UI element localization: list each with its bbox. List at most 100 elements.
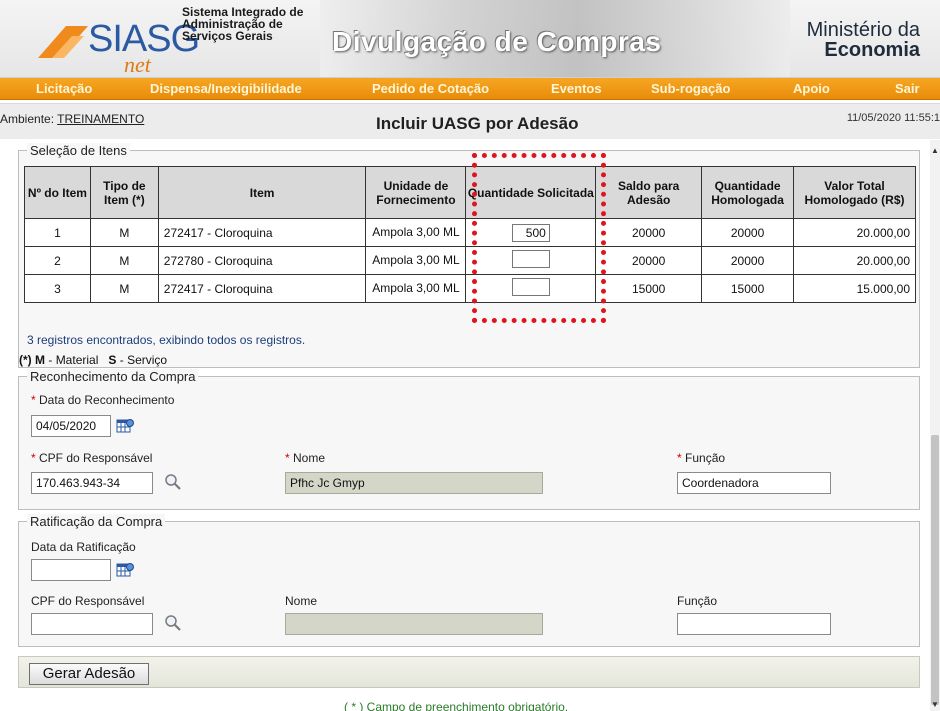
ambient-info: Ambiente: TREINAMENTO — [0, 112, 144, 126]
reconhecimento-fieldset: Reconhecimento da Compra * Data do Recon… — [18, 369, 920, 510]
cell-quantidade — [465, 246, 597, 275]
quantity-input[interactable] — [511, 278, 550, 296]
system-name: Sistema Integrado de Administração de Se… — [182, 5, 304, 43]
quantity-input[interactable] — [511, 250, 550, 268]
cell-saldo: 20000 — [595, 246, 703, 275]
cell-num: 2 — [24, 246, 91, 275]
legend-key-s-text: - Serviço — [119, 353, 168, 367]
col-header-unidade: Unidade de Fornecimento — [365, 166, 467, 219]
calendar-icon[interactable] — [116, 418, 134, 434]
action-bar: Gerar Adesão — [18, 656, 920, 688]
main-nav: Licitação Dispensa/Inexigibilidade Pedid… — [0, 78, 940, 100]
reconhecimento-date-label: * Data do Reconhecimento — [31, 393, 175, 407]
nav-eventos[interactable]: Eventos — [551, 81, 602, 96]
cell-unidade: Ampola 3,00 ML — [365, 246, 467, 275]
ambient-label: Ambiente: — [0, 112, 55, 126]
ratificacao-cpf-label: CPF do Responsável — [31, 594, 145, 608]
cell-tipo: M — [89, 218, 159, 247]
ratificacao-funcao-label: Função — [677, 594, 718, 608]
cell-valor: 15.000,00 — [793, 274, 916, 303]
ambient-value-link[interactable]: TREINAMENTO — [57, 112, 144, 126]
reconhecimento-legend: Reconhecimento da Compra — [27, 369, 199, 384]
cell-item: 272780 - Cloroquina — [157, 246, 367, 275]
ministry-line2: Economia — [824, 39, 920, 61]
cell-valor: 20.000,00 — [793, 246, 916, 275]
nav-pedido-cotacao[interactable]: Pedido de Cotação — [372, 81, 489, 96]
search-icon[interactable] — [164, 614, 182, 632]
ratificacao-nome-label: Nome — [285, 594, 318, 608]
ratificacao-nome-field — [285, 613, 543, 635]
col-header-num: Nº do Item — [24, 166, 91, 219]
cell-valor: 20.000,00 — [793, 218, 916, 247]
cell-saldo: 15000 — [595, 274, 703, 303]
scroll-down-arrow-icon[interactable]: ▼ — [931, 700, 939, 709]
items-legend: Seleção de Itens — [27, 143, 130, 158]
cell-quantidade — [465, 274, 597, 303]
ratificacao-funcao-field[interactable] — [677, 613, 831, 635]
cell-unidade: Ampola 3,00 ML — [365, 274, 467, 303]
logo-net-text: net — [124, 52, 151, 77]
cell-quantidade: 500 — [465, 218, 597, 247]
reconhecimento-nome-label: * Nome — [285, 451, 326, 465]
reconhecimento-funcao-label: * Função — [677, 451, 726, 465]
scroll-thumb[interactable] — [931, 435, 939, 705]
reconhecimento-date-field[interactable]: 04/05/2020 — [31, 415, 111, 437]
items-table: Nº do Item Tipo de Item (*) Item Unidade… — [24, 166, 916, 303]
table-row: 2 M 272780 - Cloroquina Ampola 3,00 ML 2… — [24, 246, 916, 275]
required-fields-note: ( * ) Campo de preenchimento obrigatório… — [344, 700, 569, 711]
banner-title: Divulgação de Compras — [332, 26, 662, 57]
ratificacao-date-field[interactable] — [31, 559, 111, 581]
legend-key-s: S — [108, 353, 117, 367]
cell-homologada: 20000 — [701, 246, 795, 275]
nav-dispensa[interactable]: Dispensa/Inexigibilidade — [150, 81, 302, 96]
reconhecimento-funcao-field[interactable]: Coordenadora — [677, 472, 831, 494]
ratificacao-fieldset: Ratificação da Compra Data da Ratificaçã… — [18, 514, 920, 647]
header-banner: SIASG net Sistema Integrado de Administr… — [0, 0, 940, 78]
legend-key-m-text: - Material — [48, 353, 99, 367]
cell-homologada: 15000 — [701, 274, 795, 303]
cell-item: 272417 - Cloroquina — [157, 218, 367, 247]
col-header-homologada: Quantidade Homologada — [701, 166, 795, 219]
vertical-scrollbar[interactable]: ▲ ▼ — [930, 140, 940, 711]
col-header-tipo: Tipo de Item (*) — [89, 166, 159, 219]
reconhecimento-nome-field: Pfhc Jc Gmyp — [285, 472, 543, 494]
scroll-up-arrow-icon[interactable]: ▲ — [931, 146, 939, 155]
col-header-saldo: Saldo para Adesão — [595, 166, 703, 219]
cell-saldo: 20000 — [595, 218, 703, 247]
nav-sub-rogacao[interactable]: Sub-rogação — [651, 81, 730, 96]
type-legend-key: (*) M - Material S - Serviço — [19, 353, 167, 367]
table-header-row: Nº do Item Tipo de Item (*) Item Unidade… — [24, 166, 916, 219]
legend-key-m: M — [35, 353, 46, 367]
cell-item: 272417 - Cloroquina — [157, 274, 367, 303]
page-title: Incluir UASG por Adesão — [376, 114, 579, 133]
col-header-quantidade: Quantidade Solicitada — [465, 166, 597, 219]
ratificacao-cpf-field[interactable] — [31, 613, 153, 635]
datetime: 11/05/2020 11:55:1 — [846, 112, 940, 124]
legend-key-prefix: (*) — [19, 353, 32, 367]
col-header-valor: Valor Total Homologado (R$) — [793, 166, 916, 219]
records-count: 3 registros encontrados, exibindo todos … — [27, 333, 306, 347]
quantity-input[interactable]: 500 — [511, 223, 550, 242]
ministry-line1: Ministério da — [806, 19, 920, 41]
nav-apoio[interactable]: Apoio — [793, 81, 830, 96]
ratificacao-date-label: Data da Ratificação — [31, 540, 136, 554]
ambient-bar: Ambiente: TREINAMENTO Incluir UASG por A… — [0, 103, 940, 139]
search-icon[interactable] — [164, 473, 182, 491]
siasg-logo[interactable]: SIASG net — [10, 10, 200, 77]
table-row: 3 M 272417 - Cloroquina Ampola 3,00 ML 1… — [24, 274, 916, 303]
nav-licitacao[interactable]: Licitação — [36, 81, 92, 96]
cell-tipo: M — [89, 274, 159, 303]
calendar-icon[interactable] — [116, 562, 134, 578]
reconhecimento-cpf-field[interactable]: 170.463.943-34 — [31, 472, 153, 494]
cell-homologada: 20000 — [701, 218, 795, 247]
cell-tipo: M — [89, 246, 159, 275]
ratificacao-legend: Ratificação da Compra — [27, 514, 166, 529]
reconhecimento-cpf-label: * CPF do Responsável — [31, 451, 153, 465]
items-fieldset: Seleção de Itens Nº do Item Tipo de Item… — [18, 143, 920, 368]
cell-num: 3 — [24, 274, 91, 303]
col-header-item: Item — [157, 166, 367, 219]
gerar-adesao-button[interactable]: Gerar Adesão — [29, 663, 149, 685]
ministry-name: Ministério da Economia — [807, 20, 920, 60]
nav-sair[interactable]: Sair — [895, 81, 920, 96]
cell-unidade: Ampola 3,00 ML — [365, 218, 467, 247]
